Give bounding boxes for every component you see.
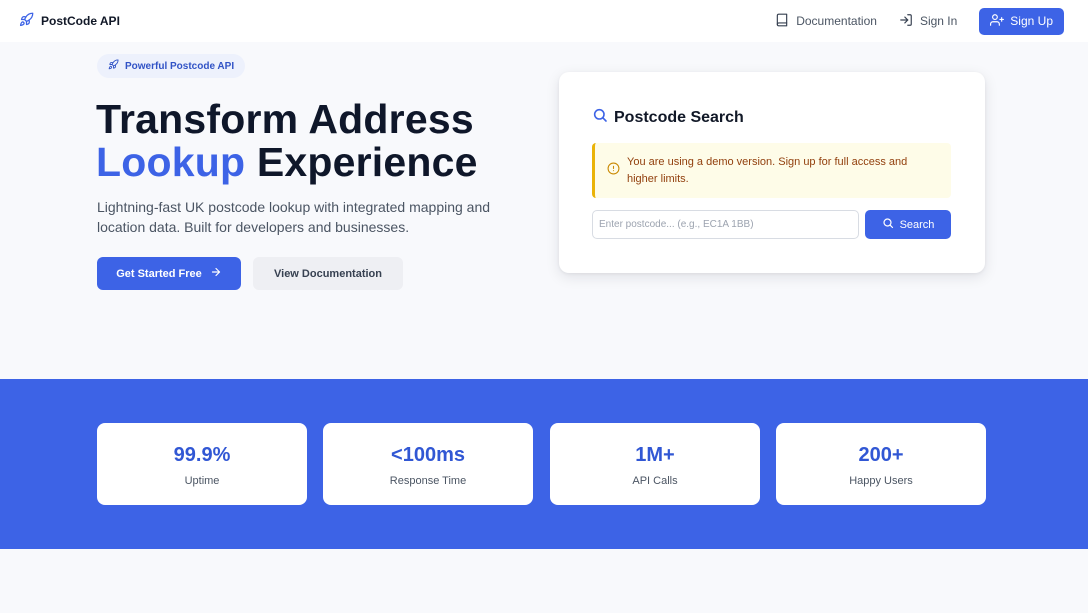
feature-pill: Powerful Postcode API [97, 54, 246, 78]
get-started-button[interactable]: Get Started Free [97, 257, 241, 290]
postcode-search-card: Postcode Search You are using a demo ver… [559, 72, 985, 273]
stat-card-api-calls: 1M+ API Calls [550, 423, 760, 505]
documentation-label: Documentation [796, 14, 877, 28]
hero-title: Transform Address Lookup Experience [96, 98, 478, 184]
stat-label: Uptime [184, 475, 220, 487]
alert-circle-icon [607, 162, 627, 180]
stat-card-uptime: 99.9% Uptime [97, 423, 307, 505]
book-icon [775, 13, 789, 30]
stat-value: 99.9% [173, 444, 231, 466]
sign-up-label: Sign Up [1010, 14, 1053, 28]
search-button[interactable]: Search [865, 210, 951, 239]
stat-value: 200+ [858, 444, 904, 466]
sign-in-icon [899, 13, 913, 30]
stat-value: 1M+ [635, 444, 675, 466]
arrow-right-icon [210, 266, 222, 281]
stat-card-happy-users: 200+ Happy Users [776, 423, 986, 505]
search-icon [882, 217, 894, 232]
rocket-icon [19, 12, 34, 30]
sign-up-button[interactable]: Sign Up [979, 7, 1064, 35]
stat-label: API Calls [632, 475, 678, 487]
stat-card-response-time: <100ms Response Time [323, 423, 533, 505]
search-button-label: Search [899, 218, 935, 231]
sign-in-label: Sign In [919, 14, 958, 28]
stat-value: <100ms [391, 444, 465, 466]
alert-text: You are using a demo version. Sign up fo… [627, 155, 908, 185]
rocket-icon [108, 59, 119, 73]
get-started-label: Get Started Free [116, 267, 202, 280]
hero-subtitle: Lightning-fast UK postcode lookup with i… [97, 199, 491, 235]
demo-alert: You are using a demo version. Sign up fo… [592, 143, 951, 198]
navbar: PostCode API Documentation Sign In Sign … [0, 0, 1088, 42]
search-icon [592, 107, 608, 128]
stat-label: Response Time [389, 475, 467, 487]
hero-title-rest: Experience [245, 139, 478, 185]
hero-title-accent: Lookup [96, 139, 246, 185]
view-documentation-button[interactable]: View Documentation [253, 257, 403, 290]
stats-section: 99.9% Uptime <100ms Response Time 1M+ AP… [0, 379, 1088, 549]
brand-name: PostCode API [41, 14, 120, 28]
brand-logo[interactable]: PostCode API [19, 12, 120, 30]
documentation-link[interactable]: Documentation [775, 13, 877, 30]
stat-label: Happy Users [849, 475, 913, 487]
user-plus-icon [990, 13, 1005, 30]
sign-in-link[interactable]: Sign In [899, 13, 957, 30]
feature-pill-label: Powerful Postcode API [125, 60, 235, 72]
hero-title-line1: Transform Address [96, 96, 474, 142]
postcode-input[interactable] [592, 210, 859, 239]
card-title: Postcode Search [592, 107, 744, 128]
nav-links: Documentation Sign In Sign Up [775, 7, 1064, 35]
card-title-text: Postcode Search [614, 108, 744, 126]
